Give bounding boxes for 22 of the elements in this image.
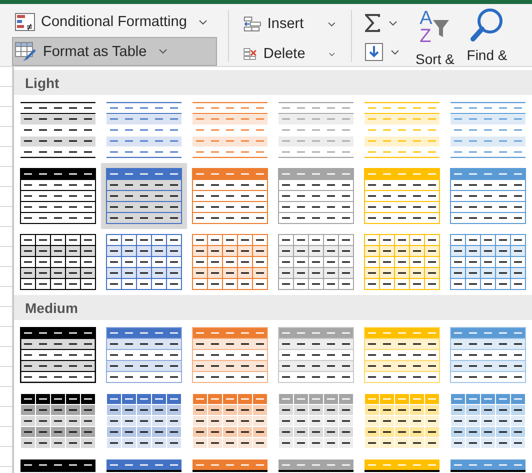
- format-as-table-button[interactable]: Format as Table: [12, 37, 217, 66]
- caret-icon: [328, 22, 335, 26]
- sort-filter-button[interactable]: A Z Sort &: [409, 4, 461, 66]
- sum-icon[interactable]: [365, 14, 381, 32]
- caret-icon: [158, 49, 167, 54]
- delete-button[interactable]: Delete: [240, 42, 340, 66]
- section-heading: Light: [14, 70, 532, 95]
- caret-icon: [389, 20, 397, 26]
- insert-cells-icon: [243, 15, 262, 33]
- table-bars-icon: [15, 13, 35, 31]
- magnifier-icon: [470, 8, 504, 44]
- section-heading: Medium: [14, 295, 532, 320]
- caret-icon: [329, 52, 335, 56]
- funnel-icon: [432, 17, 450, 39]
- fill-down-icon[interactable]: [365, 43, 383, 61]
- find-button[interactable]: Find &: [461, 4, 513, 63]
- insert-button[interactable]: Insert: [240, 12, 340, 36]
- table-style-thumbnail[interactable]: [101, 163, 187, 229]
- conditional-formatting-button[interactable]: Conditional Formatting: [12, 10, 217, 34]
- table-brush-icon: [15, 42, 37, 62]
- caret-icon: [391, 50, 399, 54]
- caret-icon: [198, 20, 207, 24]
